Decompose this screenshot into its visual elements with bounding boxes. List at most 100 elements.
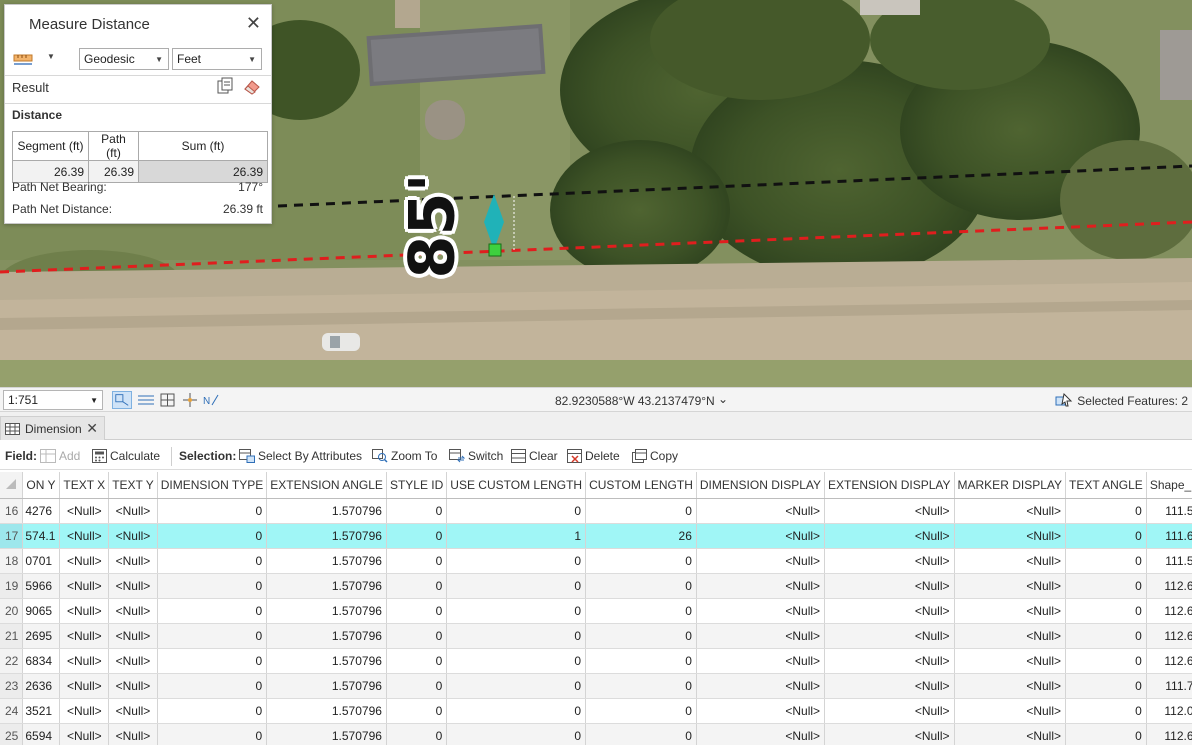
table-cell[interactable]: <Null> — [696, 598, 826, 624]
tab-dimension[interactable]: Dimension ✕ — [0, 416, 105, 440]
table-cell[interactable]: 5966 — [22, 573, 61, 599]
table-row[interactable]: 22 6834 <Null> <Null> 0 1.570796 0 0 0 <Null> <Nul… — [0, 648, 1192, 674]
table-cell[interactable]: <Null> — [108, 573, 158, 599]
table-cell[interactable]: <Null> — [696, 523, 826, 549]
table-cell[interactable]: <Null> — [59, 598, 110, 624]
table-cell[interactable]: <Null> — [824, 623, 955, 649]
table-cell[interactable]: 1.570796 — [266, 598, 387, 624]
scale-select[interactable]: 1:751 ▼ — [3, 390, 103, 410]
delete-button[interactable]: Delete — [567, 449, 620, 463]
table-cell[interactable]: 112.692574 — [1146, 648, 1192, 674]
copy-button[interactable]: Copy — [632, 449, 678, 463]
table-row[interactable]: 17 574.1 <Null> <Null> 0 1.570796 0 1 26 <Null> <N… — [0, 523, 1192, 549]
row-number[interactable]: 17 — [0, 523, 24, 549]
column-header[interactable]: TEXT ANGLE — [1065, 472, 1147, 499]
table-cell[interactable]: <Null> — [59, 698, 110, 724]
table-cell[interactable]: <Null> — [696, 648, 826, 674]
table-cell[interactable]: 0 — [157, 698, 268, 724]
north-arrow-icon[interactable]: N — [202, 391, 222, 409]
row-number[interactable]: 19 — [0, 573, 24, 599]
table-cell[interactable]: <Null> — [954, 698, 1067, 724]
column-header[interactable]: STYLE ID — [386, 472, 448, 499]
table-cell[interactable]: 0 — [386, 598, 448, 624]
table-cell[interactable]: 111.574963 — [1146, 498, 1192, 524]
table-cell[interactable]: 0 — [1065, 623, 1147, 649]
table-cell[interactable]: 0 — [585, 723, 697, 745]
table-cell[interactable]: 112.675064 — [1146, 598, 1192, 624]
table-cell[interactable]: <Null> — [954, 623, 1067, 649]
table-cell[interactable]: 0701 — [22, 548, 61, 574]
table-cell[interactable]: 0 — [386, 623, 448, 649]
table-row[interactable]: 21 2695 <Null> <Null> 0 1.570796 0 0 0 <Null> <Nul… — [0, 623, 1192, 649]
close-icon[interactable]: ✕ — [246, 13, 261, 34]
table-cell[interactable]: 0 — [1065, 648, 1147, 674]
table-cell[interactable]: <Null> — [108, 498, 158, 524]
table-cell[interactable]: 112.683913 — [1146, 723, 1192, 745]
table-cell[interactable]: 1 — [446, 523, 587, 549]
table-cell[interactable]: 0 — [585, 673, 697, 699]
table-cell[interactable]: <Null> — [59, 623, 110, 649]
table-cell[interactable]: <Null> — [696, 623, 826, 649]
table-cell[interactable]: <Null> — [108, 598, 158, 624]
table-cell[interactable]: 0 — [446, 498, 587, 524]
column-header[interactable]: ON Y — [22, 472, 61, 499]
table-cell[interactable]: 112.692349 — [1146, 573, 1192, 599]
table-cell[interactable]: <Null> — [954, 598, 1067, 624]
table-cell[interactable]: <Null> — [696, 698, 826, 724]
table-cell[interactable]: 0 — [1065, 548, 1147, 574]
table-cell[interactable]: 574.1 — [22, 523, 61, 549]
column-header[interactable]: TEXT X — [59, 472, 110, 499]
table-cell[interactable]: 1.570796 — [266, 573, 387, 599]
table-cell[interactable]: <Null> — [824, 723, 955, 745]
table-cell[interactable]: <Null> — [59, 723, 110, 745]
table-row[interactable]: 16 4276 <Null> <Null> 0 1.570796 0 0 0 <Null> <Nul… — [0, 498, 1192, 524]
table-cell[interactable]: <Null> — [954, 573, 1067, 599]
zoom-to-button[interactable]: Zoom To — [372, 449, 437, 463]
table-cell[interactable]: <Null> — [954, 648, 1067, 674]
table-cell[interactable]: 0 — [157, 673, 268, 699]
table-cell[interactable]: 111.676495 — [1146, 523, 1192, 549]
table-cell[interactable]: <Null> — [824, 548, 955, 574]
clear-button[interactable]: Clear — [511, 449, 558, 463]
map-view[interactable]: 85' Measure Distance ✕ ▼ Geodesic ▼ Feet… — [0, 0, 1192, 387]
table-cell[interactable]: 0 — [386, 673, 448, 699]
table-row[interactable]: 23 2636 <Null> <Null> 0 1.570796 0 0 0 <Null> <Nul… — [0, 673, 1192, 699]
table-cell[interactable]: 0 — [1065, 598, 1147, 624]
measure-line-tool-icon[interactable] — [13, 51, 33, 65]
table-cell[interactable]: 0 — [446, 573, 587, 599]
table-cell[interactable]: 0 — [1065, 673, 1147, 699]
column-header[interactable]: DIMENSION TYPE — [157, 472, 268, 499]
table-cell[interactable]: 0 — [446, 673, 587, 699]
measure-mode-select[interactable]: Geodesic ▼ — [79, 48, 169, 70]
add-field-button[interactable]: Add — [40, 449, 80, 463]
table-cell[interactable]: 1.570796 — [266, 648, 387, 674]
table-cell[interactable]: 0 — [585, 548, 697, 574]
column-header[interactable]: EXTENSION DISPLAY — [824, 472, 955, 499]
table-cell[interactable]: 0 — [157, 523, 268, 549]
table-cell[interactable]: 0 — [446, 623, 587, 649]
measure-units-select[interactable]: Feet ▼ — [172, 48, 262, 70]
table-cell[interactable]: <Null> — [954, 548, 1067, 574]
table-cell[interactable]: 111.778025 — [1146, 673, 1192, 699]
row-number[interactable]: 24 — [0, 698, 24, 724]
table-cell[interactable]: 2695 — [22, 623, 61, 649]
table-cell[interactable]: <Null> — [59, 648, 110, 674]
table-cell[interactable]: <Null> — [954, 723, 1067, 745]
table-cell[interactable]: 0 — [386, 498, 448, 524]
select-by-attributes-button[interactable]: Select By Attributes — [239, 449, 362, 463]
table-cell[interactable]: 0 — [386, 548, 448, 574]
copy-icon[interactable] — [216, 77, 234, 95]
table-cell[interactable]: 0 — [157, 648, 268, 674]
row-number[interactable]: 22 — [0, 648, 24, 674]
table-cell[interactable]: 112.082932 — [1146, 698, 1192, 724]
table-cell[interactable]: 0 — [157, 623, 268, 649]
table-cell[interactable]: <Null> — [59, 673, 110, 699]
table-cell[interactable]: 0 — [157, 723, 268, 745]
calculate-button[interactable]: Calculate — [92, 449, 160, 463]
table-cell[interactable]: 0 — [157, 548, 268, 574]
table-cell[interactable]: <Null> — [954, 673, 1067, 699]
table-cell[interactable]: <Null> — [108, 698, 158, 724]
column-header[interactable]: EXTENSION ANGLE — [266, 472, 387, 499]
row-number[interactable]: 21 — [0, 623, 24, 649]
table-cell[interactable]: 0 — [1065, 698, 1147, 724]
